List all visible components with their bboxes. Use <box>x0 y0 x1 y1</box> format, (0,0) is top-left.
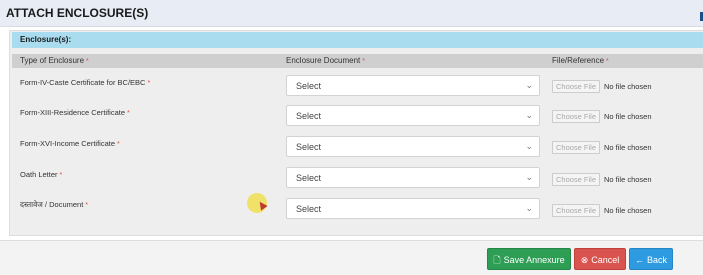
section-header: ATTACH ENCLOSURE(S) <box>0 0 703 27</box>
enclosure-document-select[interactable]: Select ⌄ <box>286 105 540 126</box>
enclosure-type-label: Form-XIII-Residence Certificate * <box>20 108 130 117</box>
column-header-document: Enclosure Document * <box>286 56 365 65</box>
file-status: No file chosen <box>604 175 652 184</box>
choose-file-button[interactable]: Choose File <box>552 110 600 123</box>
file-status: No file chosen <box>604 112 652 121</box>
enclosure-document-select[interactable]: Select ⌄ <box>286 75 540 96</box>
file-status: No file chosen <box>604 206 652 215</box>
required-mark: * <box>606 58 609 65</box>
select-value: Select <box>296 173 322 183</box>
required-mark: * <box>127 110 130 117</box>
choose-file-button[interactable]: Choose File <box>552 80 600 93</box>
choose-file-button[interactable]: Choose File <box>552 173 600 186</box>
enclosure-type-label: Form-XVI-Income Certificate * <box>20 139 120 148</box>
chevron-down-icon: ⌄ <box>525 110 533 120</box>
required-mark: * <box>86 58 89 65</box>
chevron-down-icon: ⌄ <box>525 172 533 182</box>
file-icon: 🗋 <box>493 255 501 265</box>
arrow-left-icon: ← <box>634 255 644 265</box>
choose-file-button[interactable]: Choose File <box>552 204 600 217</box>
chevron-down-icon: ⌄ <box>525 141 533 151</box>
enclosure-type-label: Form-IV-Caste Certificate for BC/EBC * <box>20 78 151 87</box>
chevron-down-icon: ⌄ <box>525 203 533 213</box>
file-status: No file chosen <box>604 82 652 91</box>
required-mark: * <box>117 141 120 148</box>
enclosure-type-label: दस्तावेज / Document * <box>20 200 89 209</box>
cancel-label: Cancel <box>591 255 620 265</box>
save-annexure-button[interactable]: 🗋 Save Annexure <box>487 248 571 270</box>
select-value: Select <box>296 81 322 91</box>
enclosure-document-select[interactable]: Select ⌄ <box>286 136 540 157</box>
cancel-circle-icon: ⊗ <box>580 255 589 265</box>
enclosure-document-select[interactable]: Select ⌄ <box>286 198 540 219</box>
enclosure-title: Enclosure(s): <box>20 35 72 44</box>
enclosure-document-select[interactable]: Select ⌄ <box>286 167 540 188</box>
save-annexure-label: Save Annexure <box>503 255 565 265</box>
cancel-button[interactable]: ⊗ Cancel <box>574 248 626 270</box>
back-label: Back <box>646 255 667 265</box>
column-header-type: Type of Enclosure * <box>20 56 89 65</box>
chevron-down-icon: ⌄ <box>525 80 533 90</box>
required-mark: * <box>362 58 365 65</box>
required-mark: * <box>85 202 89 209</box>
page-title: ATTACH ENCLOSURE(S) <box>6 6 149 20</box>
enclosure-strip <box>12 32 703 48</box>
required-mark: * <box>147 80 151 87</box>
select-value: Select <box>296 142 322 152</box>
enclosure-type-label: Oath Letter * <box>20 170 63 179</box>
required-mark: * <box>59 172 63 179</box>
choose-file-button[interactable]: Choose File <box>552 141 600 154</box>
file-status: No file chosen <box>604 143 652 152</box>
select-value: Select <box>296 204 322 214</box>
column-header-file: File/Reference * <box>552 56 609 65</box>
select-value: Select <box>296 111 322 121</box>
back-button[interactable]: ← Back <box>629 248 673 270</box>
